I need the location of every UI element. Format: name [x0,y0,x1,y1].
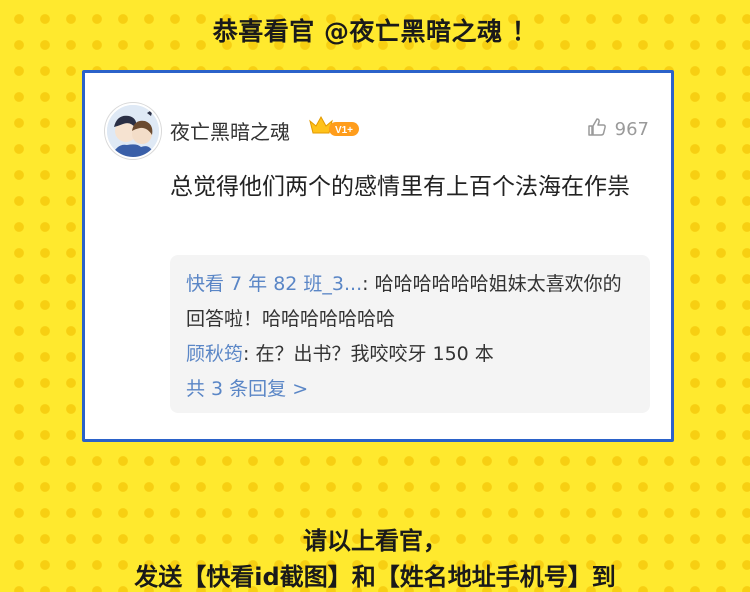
comment-card: 夜亡黑暗之魂 V1+ 967 总觉得他们两个的感情里有上百个法海在作祟 快看 7… [82,70,674,442]
replies-box[interactable]: 快看 7 年 82 班_3...: 哈哈哈哈哈哈姐妹太喜欢你的回答啦！哈哈哈哈哈… [170,255,650,413]
reply-item[interactable]: 顾秋筠: 在？出书？我咬咬牙 150 本 [186,337,634,372]
winner-headline: 恭喜看官 @夜亡黑暗之魂 ！ [212,17,538,46]
more-replies-link[interactable]: 共 3 条回复 > [186,372,634,407]
reply-item[interactable]: 快看 7 年 82 班_3...: 哈哈哈哈哈哈姐妹太喜欢你的回答啦！哈哈哈哈哈… [186,267,634,337]
crown-icon: V1+ [307,113,361,139]
like-count: 967 [614,119,649,140]
avatar[interactable] [105,103,161,159]
footer-line-1: 请以上看官， [303,527,447,555]
comment-text: 总觉得他们两个的感情里有上百个法海在作祟 [170,174,630,200]
reply-text: : 在？出书？我咬咬牙 150 本 [243,343,494,365]
reply-author[interactable]: 顾秋筠 [186,343,243,365]
thumbs-up-icon [587,117,615,142]
like-button[interactable]: 967 [587,117,649,142]
reply-author[interactable]: 快看 7 年 82 班_3... [186,273,362,295]
level-badge: V1+ [335,125,353,136]
footer-line-2: 发送【快看id截图】和【姓名地址手机号】到 [134,563,616,591]
username[interactable]: 夜亡黑暗之魂 [170,116,290,145]
